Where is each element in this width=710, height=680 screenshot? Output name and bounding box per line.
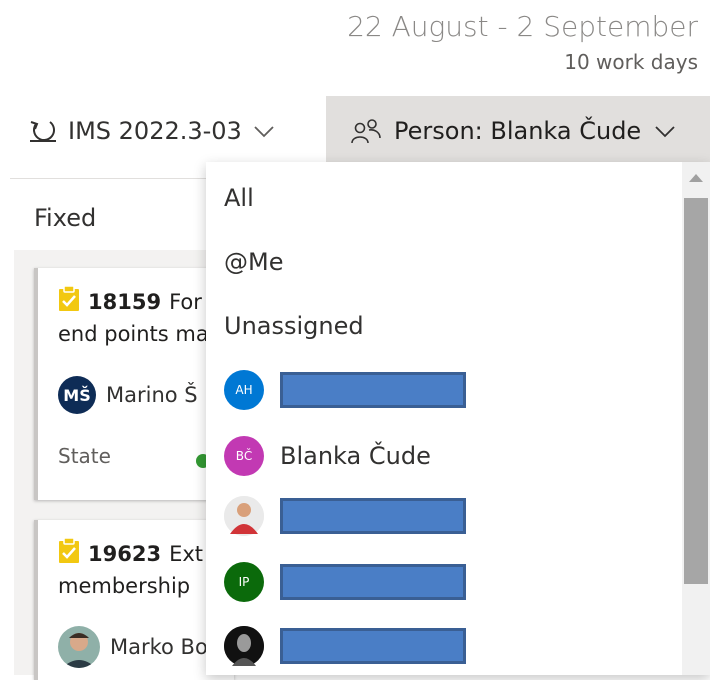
menu-item-unassigned[interactable]: Unassigned bbox=[224, 312, 364, 340]
work-item-card[interactable]: 18159 For end points ma MŠ Marino Š Stat… bbox=[34, 268, 234, 500]
people-icon bbox=[350, 116, 382, 146]
person-filter-button[interactable]: Person: Blanka Čude bbox=[326, 96, 710, 166]
avatar bbox=[224, 626, 264, 666]
work-item-id[interactable]: 19623 bbox=[88, 542, 161, 566]
work-item-title[interactable]: For bbox=[169, 290, 202, 314]
menu-scrollbar[interactable] bbox=[682, 162, 710, 675]
task-icon bbox=[58, 285, 80, 317]
work-item-title-continued[interactable]: end points ma bbox=[58, 322, 209, 346]
avatar bbox=[58, 626, 100, 668]
person-name: Blanka Čude bbox=[280, 442, 431, 470]
column-title: Fixed bbox=[34, 204, 97, 232]
menu-item-person[interactable] bbox=[224, 624, 466, 668]
iteration-picker[interactable]: IMS 2022.3-03 bbox=[28, 96, 276, 166]
menu-item-person[interactable]: IP bbox=[224, 560, 466, 604]
work-item-id[interactable]: 18159 bbox=[88, 290, 161, 314]
person-filter-label: Person: Blanka Čude bbox=[394, 117, 642, 145]
work-item-card[interactable]: 19623 Ext membership Marko Bo bbox=[34, 520, 234, 680]
menu-item-me[interactable]: @Me bbox=[224, 248, 283, 276]
menu-item-person[interactable]: BČ Blanka Čude bbox=[224, 434, 431, 478]
avatar: BČ bbox=[224, 436, 264, 476]
redacted-name bbox=[280, 564, 466, 600]
assignee[interactable]: MŠ Marino Š bbox=[58, 376, 198, 414]
work-item-title[interactable]: Ext bbox=[169, 542, 203, 566]
menu-item-person[interactable]: AH bbox=[224, 368, 466, 412]
scrollbar-thumb[interactable] bbox=[684, 198, 708, 584]
menu-item-all[interactable]: All bbox=[224, 184, 254, 212]
assignee[interactable]: Marko Bo bbox=[58, 626, 208, 668]
avatar bbox=[224, 496, 264, 536]
sprint-date-range: 22 August - 2 September bbox=[347, 10, 698, 43]
work-item-title-continued[interactable]: membership bbox=[58, 574, 190, 598]
avatar: IP bbox=[224, 562, 264, 602]
avatar: MŠ bbox=[58, 376, 96, 414]
chevron-down-icon bbox=[252, 119, 276, 143]
menu-item-person[interactable] bbox=[224, 494, 466, 538]
state-label: State bbox=[58, 444, 111, 468]
iteration-icon bbox=[28, 116, 58, 146]
chevron-down-icon bbox=[653, 119, 677, 143]
redacted-name bbox=[280, 628, 466, 664]
sprint-work-days: 10 work days bbox=[564, 50, 698, 74]
toolbar: IMS 2022.3-03 Person: Blanka Čude bbox=[0, 96, 710, 166]
toolbar-divider bbox=[10, 178, 210, 179]
task-icon bbox=[58, 537, 80, 569]
redacted-name bbox=[280, 498, 466, 534]
person-filter-menu: All @Me Unassigned AH BČ Blanka Čude IP bbox=[206, 162, 710, 675]
iteration-label: IMS 2022.3-03 bbox=[68, 117, 242, 145]
assignee-name: Marko Bo bbox=[110, 635, 208, 659]
assignee-name: Marino Š bbox=[106, 383, 198, 407]
avatar: AH bbox=[224, 370, 264, 410]
scroll-up-arrow-icon[interactable] bbox=[689, 174, 703, 182]
redacted-name bbox=[280, 372, 466, 408]
